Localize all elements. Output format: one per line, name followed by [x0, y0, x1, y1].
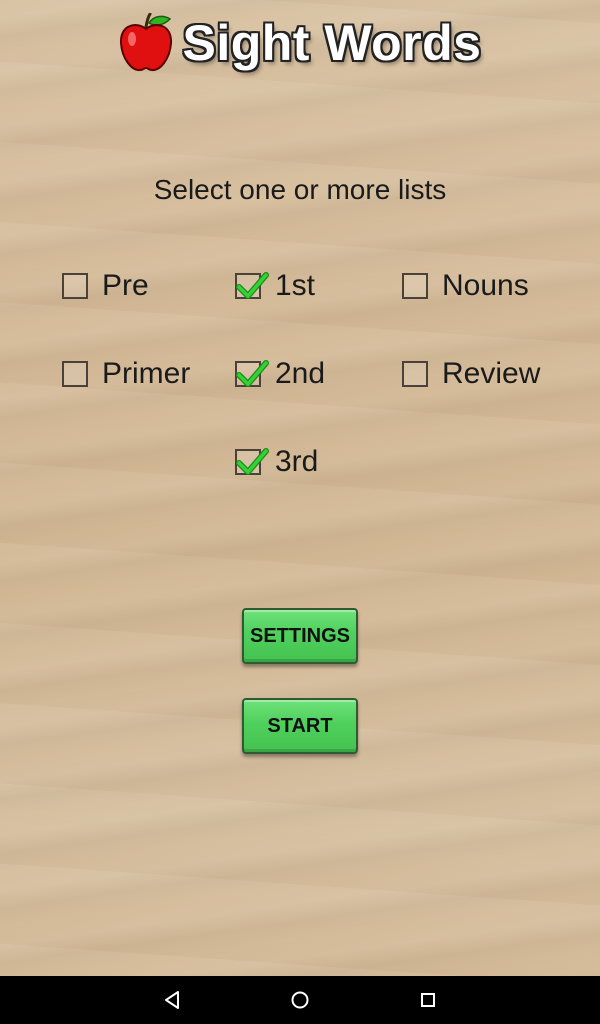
list-option-1st[interactable]: 1st — [235, 266, 315, 306]
app-title: Sight Words — [182, 15, 482, 71]
list-option-label: 1st — [275, 269, 316, 302]
list-option-nouns[interactable]: Nouns — [402, 266, 529, 306]
app-screen: Sight Words Select one or more lists Pre… — [0, 0, 600, 976]
list-option-3rd[interactable]: 3rd — [235, 442, 318, 482]
apple-icon — [120, 13, 173, 72]
system-nav-bar — [0, 976, 600, 1024]
checkbox[interactable] — [235, 360, 269, 387]
nav-back-button[interactable] — [158, 986, 186, 1014]
recents-icon — [421, 993, 435, 1007]
checkbox[interactable] — [235, 448, 269, 475]
instruction-text: Select one or more lists — [153, 174, 447, 205]
app-header: Sight Words — [0, 8, 600, 78]
back-icon — [165, 991, 179, 1009]
list-option-label: Nouns — [442, 269, 529, 302]
checkbox[interactable] — [402, 361, 428, 387]
list-option-2nd[interactable]: 2nd — [235, 354, 325, 394]
nav-home-button[interactable] — [286, 986, 314, 1014]
nav-recents-button[interactable] — [414, 986, 442, 1014]
checkbox[interactable] — [235, 272, 269, 299]
checkbox[interactable] — [402, 273, 428, 299]
list-option-label: Review — [442, 357, 541, 390]
settings-button[interactable]: SETTINGS — [242, 608, 358, 664]
list-option-label: Primer — [102, 357, 191, 390]
list-option-pre[interactable]: Pre — [62, 266, 149, 306]
list-option-label: 2nd — [275, 357, 326, 390]
checkbox[interactable] — [62, 361, 88, 387]
list-option-label: 3rd — [275, 445, 319, 478]
checkmark-icon — [236, 448, 269, 475]
home-icon — [291, 991, 309, 1009]
start-button[interactable]: START — [242, 698, 358, 754]
checkbox[interactable] — [62, 273, 88, 299]
list-option-primer[interactable]: Primer — [62, 354, 190, 394]
list-option-label: Pre — [102, 269, 149, 302]
checkmark-icon — [236, 272, 269, 299]
list-option-review[interactable]: Review — [402, 354, 540, 394]
checkmark-icon — [236, 360, 269, 387]
